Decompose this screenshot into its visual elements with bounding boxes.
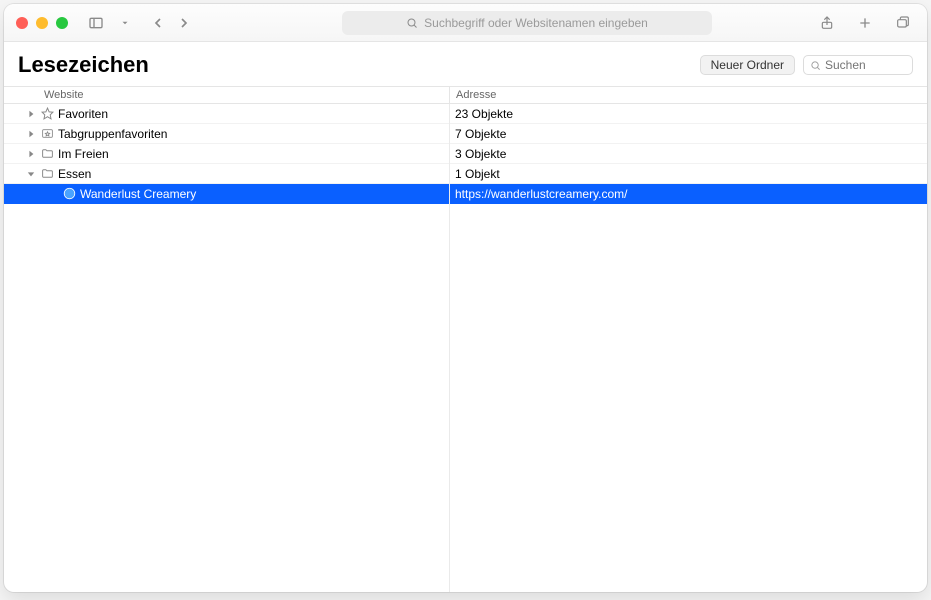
- disclosure-triangle[interactable]: [26, 109, 36, 119]
- page-title: Lesezeichen: [18, 52, 700, 78]
- tree-row-address: 1 Objekt: [449, 167, 927, 181]
- tree-row-wanderlust-creamery[interactable]: Wanderlust Creamery https://wanderlustcr…: [4, 184, 927, 204]
- star-icon: [40, 107, 54, 121]
- column-headers: Website Adresse: [4, 86, 927, 104]
- forward-button[interactable]: [172, 11, 196, 35]
- tree-row-address: 23 Objekte: [449, 107, 927, 121]
- new-folder-label: Neuer Ordner: [711, 58, 784, 72]
- tree-row-im-freien[interactable]: Im Freien 3 Objekte: [4, 144, 927, 164]
- sidebar-icon: [87, 14, 105, 32]
- search-input[interactable]: [825, 58, 906, 72]
- tree-row-label: Im Freien: [58, 147, 109, 161]
- disclosure-triangle[interactable]: [26, 149, 36, 159]
- address-bar-placeholder: Suchbegriff oder Websitenamen eingeben: [424, 16, 648, 30]
- share-icon: [818, 14, 836, 32]
- header-actions: Neuer Ordner: [700, 55, 913, 75]
- share-button[interactable]: [815, 11, 839, 35]
- plus-icon: [856, 14, 874, 32]
- column-header-address[interactable]: Adresse: [449, 87, 927, 103]
- disclosure-triangle[interactable]: [26, 129, 36, 139]
- search-icon: [810, 60, 821, 71]
- tree-row-address: 7 Objekte: [449, 127, 927, 141]
- folder-icon: [40, 147, 54, 161]
- sidebar-toggle-button[interactable]: [84, 11, 108, 35]
- traffic-lights: [16, 17, 68, 29]
- tree-row-essen[interactable]: Essen 1 Objekt: [4, 164, 927, 184]
- tab-overview-button[interactable]: [891, 11, 915, 35]
- column-divider: [449, 104, 450, 592]
- back-button[interactable]: [146, 11, 170, 35]
- tree-row-label: Favoriten: [58, 107, 108, 121]
- tree-row-favoriten[interactable]: Favoriten 23 Objekte: [4, 104, 927, 124]
- disclosure-triangle-open[interactable]: [26, 169, 36, 179]
- toolbar: Suchbegriff oder Websitenamen eingeben: [4, 4, 927, 42]
- folder-icon: [40, 167, 54, 181]
- maximize-window-button[interactable]: [56, 17, 68, 29]
- page-header: Lesezeichen Neuer Ordner: [4, 42, 927, 86]
- search-icon: [406, 17, 418, 29]
- tabgroup-star-icon: [40, 127, 54, 141]
- tab-overview-icon: [894, 14, 912, 32]
- chevron-down-icon: [116, 14, 134, 32]
- tree-row-address: https://wanderlustcreamery.com/: [449, 187, 927, 201]
- window: Suchbegriff oder Websitenamen eingeben: [4, 4, 927, 592]
- tree-row-address: 3 Objekte: [449, 147, 927, 161]
- chevron-left-icon: [149, 14, 167, 32]
- site-favicon-icon: [62, 187, 76, 201]
- chevron-right-icon: [175, 14, 193, 32]
- address-bar[interactable]: Suchbegriff oder Websitenamen eingeben: [342, 11, 712, 35]
- minimize-window-button[interactable]: [36, 17, 48, 29]
- tree-row-label: Wanderlust Creamery: [80, 187, 196, 201]
- tree-row-tabgroup-favorites[interactable]: Tabgruppenfavoriten 7 Objekte: [4, 124, 927, 144]
- new-tab-button[interactable]: [853, 11, 877, 35]
- new-folder-button[interactable]: Neuer Ordner: [700, 55, 795, 75]
- sidebar-menu-button[interactable]: [116, 11, 134, 35]
- tree-row-label: Essen: [58, 167, 91, 181]
- tree-row-label: Tabgruppenfavoriten: [58, 127, 167, 141]
- column-header-website[interactable]: Website: [4, 89, 449, 101]
- search-field[interactable]: [803, 55, 913, 75]
- bookmarks-tree[interactable]: Favoriten 23 Objekte Tabgruppenfavoriten…: [4, 104, 927, 592]
- close-window-button[interactable]: [16, 17, 28, 29]
